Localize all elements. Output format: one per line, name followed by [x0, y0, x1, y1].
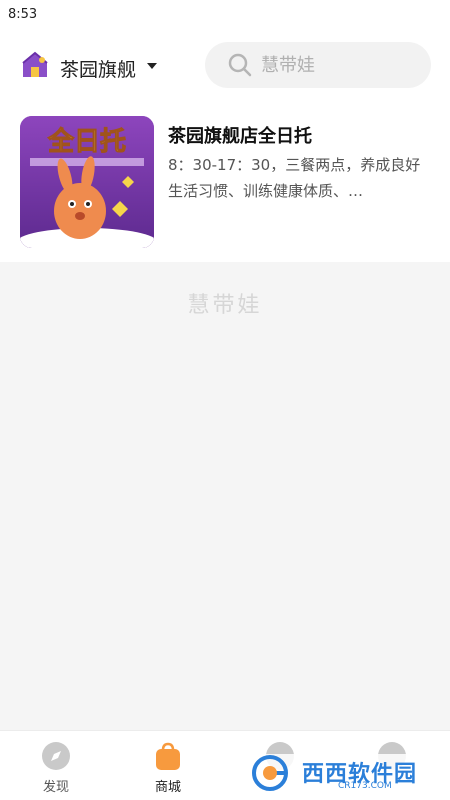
store-name[interactable]: 茶园旗舰	[60, 55, 136, 82]
content-area: 慧带娃	[0, 262, 450, 730]
product-title: 茶园旗舰店全日托	[168, 126, 312, 147]
tab-discover[interactable]: 发现	[0, 731, 112, 800]
thumbnail-title: 全日托	[47, 126, 126, 157]
search-input[interactable]	[261, 53, 411, 77]
site-watermark: 西西软件园 CR173.COM	[240, 754, 430, 792]
compass-icon	[42, 742, 70, 770]
product-thumbnail-image: 全日托	[20, 116, 154, 248]
header: 茶园旗舰	[0, 30, 450, 102]
search-icon	[228, 53, 252, 77]
status-bar: 8:53	[0, 0, 450, 30]
watermark-subtext: CR173.COM	[338, 781, 392, 791]
tab-mall[interactable]: 商城	[112, 731, 224, 800]
product-card[interactable]: 全日托 茶园旗舰店全日托 8：30-17：30，三餐两点，养成良好生活习惯、训练…	[0, 102, 450, 260]
search-box[interactable]	[205, 42, 431, 88]
brand-watermark-logo: 慧带娃	[187, 293, 263, 318]
shopping-bag-icon	[156, 742, 180, 770]
product-thumbnail[interactable]: 全日托	[20, 116, 154, 248]
product-description: 8：30-17：30，三餐两点，养成良好生活习惯、训练健康体质、…	[168, 156, 421, 200]
tab-label: 商城	[154, 780, 181, 795]
chevron-down-icon[interactable]	[147, 63, 157, 69]
tab-label: 发现	[42, 780, 69, 795]
status-time: 8:53	[8, 7, 38, 22]
store-house-icon[interactable]	[20, 51, 50, 79]
